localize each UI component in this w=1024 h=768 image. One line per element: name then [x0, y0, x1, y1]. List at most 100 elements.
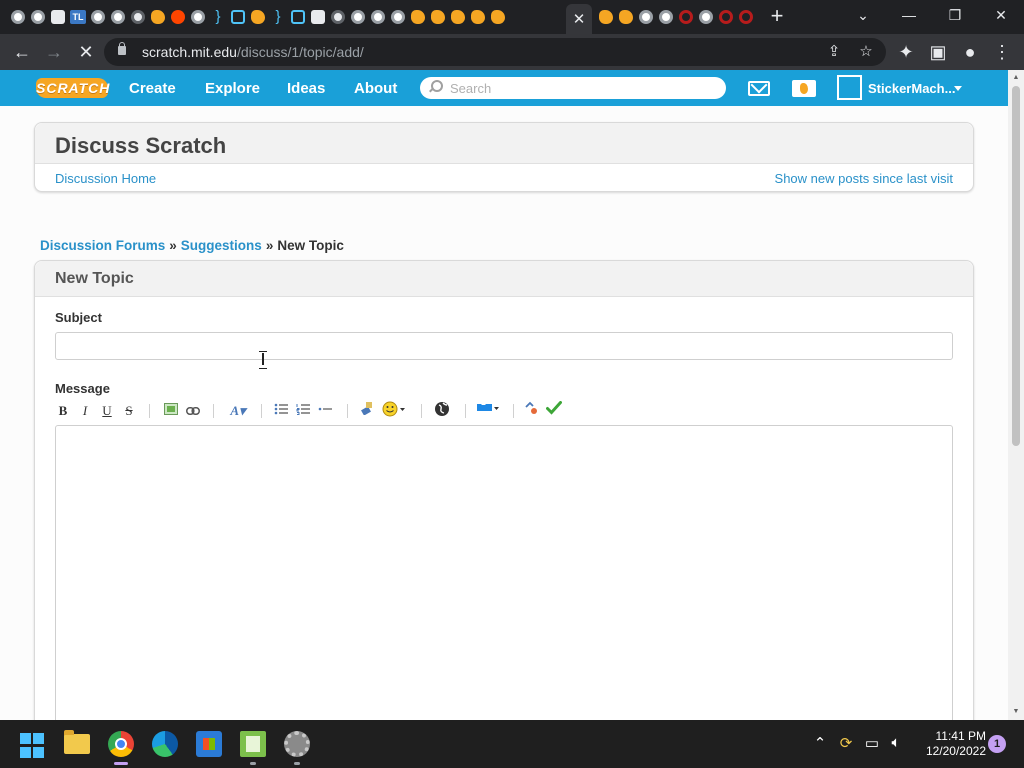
language-globe-button[interactable]: [433, 401, 451, 421]
extensions-puzzle-icon[interactable]: ✦: [894, 40, 918, 64]
numbered-list-button[interactable]: [295, 401, 311, 421]
tab-favicon-g-icon[interactable]: [188, 7, 208, 27]
clean-format-button[interactable]: [359, 401, 375, 421]
microsoft-store-icon[interactable]: [196, 731, 222, 757]
tab-favicon-g-icon[interactable]: [388, 7, 408, 27]
restore-button[interactable]: ❐: [940, 4, 970, 26]
message-textarea[interactable]: [55, 425, 953, 720]
tab-favicon-sc-icon[interactable]: [448, 7, 468, 27]
lock-icon[interactable]: [118, 42, 126, 55]
side-panel-icon[interactable]: ▣: [926, 40, 950, 64]
back-arrow-icon[interactable]: ←: [10, 40, 34, 64]
page-scrollbar[interactable]: ▲ ▼: [1008, 70, 1024, 720]
new-tab-button[interactable]: +: [766, 5, 788, 28]
chrome-taskbar-icon[interactable]: [108, 731, 134, 757]
tab-favicon-g-icon[interactable]: [656, 7, 676, 27]
scroll-down-arrow-icon[interactable]: ▼: [1012, 708, 1020, 716]
tab-favicon-sc-icon[interactable]: [468, 7, 488, 27]
breadcrumb-discussion-forums[interactable]: Discussion Forums: [40, 238, 165, 253]
tab-favicon-rd-icon[interactable]: [168, 7, 188, 27]
tab-favicon-sc-icon[interactable]: [488, 7, 508, 27]
bullet-list-button[interactable]: [273, 401, 289, 421]
avatar[interactable]: [837, 75, 862, 100]
tab-favicon-g-icon[interactable]: [88, 7, 108, 27]
tab-favicon-ci-icon[interactable]: [228, 7, 248, 27]
insert-link-button[interactable]: [185, 401, 201, 421]
show-new-posts-link[interactable]: Show new posts since last visit: [775, 171, 953, 186]
search-icon[interactable]: [428, 80, 443, 93]
underline-button[interactable]: U: [99, 401, 115, 421]
tab-favicon-sc-icon[interactable]: [248, 7, 268, 27]
tab-favicon-g-icon[interactable]: [8, 7, 28, 27]
network-icon[interactable]: ▭: [862, 734, 882, 752]
settings-gear-icon[interactable]: [284, 731, 310, 757]
minimize-button[interactable]: —: [894, 4, 924, 26]
tab-favicon-sc-icon[interactable]: [616, 7, 636, 27]
tab-favicon-g-icon[interactable]: [108, 7, 128, 27]
italic-button[interactable]: I: [77, 401, 93, 421]
stop-loading-icon[interactable]: ✕: [74, 40, 98, 64]
profile-icon[interactable]: ●: [958, 40, 982, 64]
messages-envelope-icon[interactable]: [748, 81, 770, 96]
search-bar[interactable]: [420, 77, 726, 99]
tab-favicon-ch-icon[interactable]: [328, 7, 348, 27]
check-preview-button[interactable]: [545, 401, 563, 421]
discussion-home-link[interactable]: Discussion Home: [55, 171, 156, 186]
notification-badge[interactable]: 1: [988, 735, 1006, 753]
username-label[interactable]: StickerMach...: [868, 81, 955, 96]
tab-favicon-g-icon[interactable]: [28, 7, 48, 27]
account-dropdown-caret-icon[interactable]: [954, 86, 962, 91]
tab-favicon-sc-icon[interactable]: [408, 7, 428, 27]
system-clock[interactable]: 11:41 PM 12/20/2022: [916, 729, 986, 759]
tab-favicon-g-icon[interactable]: [368, 7, 388, 27]
share-icon[interactable]: ⇪: [824, 42, 844, 62]
browser-menu-icon[interactable]: ⋮: [990, 40, 1014, 64]
tab-favicon-sc-icon[interactable]: [428, 7, 448, 27]
smiley-dropdown-button[interactable]: [381, 401, 407, 421]
address-bar[interactable]: scratch.mit.edu/discuss/1/topic/add/ ⇪ ☆: [104, 38, 886, 66]
nav-ideas[interactable]: Ideas: [287, 80, 325, 97]
list-item-button[interactable]: [317, 401, 333, 421]
tab-favicon-w-icon[interactable]: [48, 7, 68, 27]
scratch-logo[interactable]: SCRATCH: [36, 78, 109, 98]
volume-speaker-icon[interactable]: 🔈︎: [886, 734, 906, 751]
strikethrough-button[interactable]: S: [121, 401, 137, 421]
scroll-thumb[interactable]: [1012, 86, 1020, 446]
tab-favicon-q-icon[interactable]: [736, 7, 756, 27]
scratchblocks-dropdown-button[interactable]: [475, 401, 501, 421]
tab-favicon-w-icon[interactable]: [308, 7, 328, 27]
tab-favicon-ci-icon[interactable]: [288, 7, 308, 27]
tab-favicon-ch-icon[interactable]: [128, 7, 148, 27]
tab-favicon-br-icon[interactable]: }: [268, 7, 288, 27]
nav-create[interactable]: Create: [129, 80, 176, 97]
notepad-plus-plus-icon[interactable]: [240, 731, 266, 757]
tab-favicon-g-icon[interactable]: [636, 7, 656, 27]
my-stuff-folder-icon[interactable]: [792, 80, 816, 97]
close-window-button[interactable]: ✕: [986, 4, 1016, 26]
scroll-up-arrow-icon[interactable]: ▲: [1012, 74, 1020, 82]
forward-arrow-icon[interactable]: →: [42, 40, 66, 64]
tab-favicon-q-icon[interactable]: [676, 7, 696, 27]
tab-favicon-sc-icon[interactable]: [148, 7, 168, 27]
tab-favicon-br-icon[interactable]: }: [208, 7, 228, 27]
nav-explore[interactable]: Explore: [205, 80, 260, 97]
tab-search-chevron-icon[interactable]: ⌄: [848, 4, 878, 26]
sync-status-icon[interactable]: ⟳: [836, 734, 856, 752]
file-explorer-icon[interactable]: [64, 730, 90, 754]
tab-favicon-g-icon[interactable]: [348, 7, 368, 27]
edge-taskbar-icon[interactable]: [152, 731, 178, 757]
preview-link-button[interactable]: [523, 401, 541, 421]
tab-favicon-g-icon[interactable]: [696, 7, 716, 27]
subject-input[interactable]: [55, 332, 953, 360]
insert-image-button[interactable]: [163, 401, 179, 421]
bookmark-star-icon[interactable]: ☆: [856, 42, 876, 62]
breadcrumb-suggestions[interactable]: Suggestions: [181, 238, 262, 253]
url-text[interactable]: scratch.mit.edu/discuss/1/topic/add/: [142, 44, 364, 60]
active-tab-close-button[interactable]: ✕: [566, 4, 592, 34]
nav-about[interactable]: About: [354, 80, 397, 97]
search-input[interactable]: [450, 80, 710, 96]
tab-favicon-sc-icon[interactable]: [596, 7, 616, 27]
tab-favicon-tl-icon[interactable]: TL: [68, 7, 88, 27]
start-windows-icon[interactable]: [20, 733, 46, 759]
tray-overflow-chevron-icon[interactable]: ⌃: [810, 734, 830, 752]
